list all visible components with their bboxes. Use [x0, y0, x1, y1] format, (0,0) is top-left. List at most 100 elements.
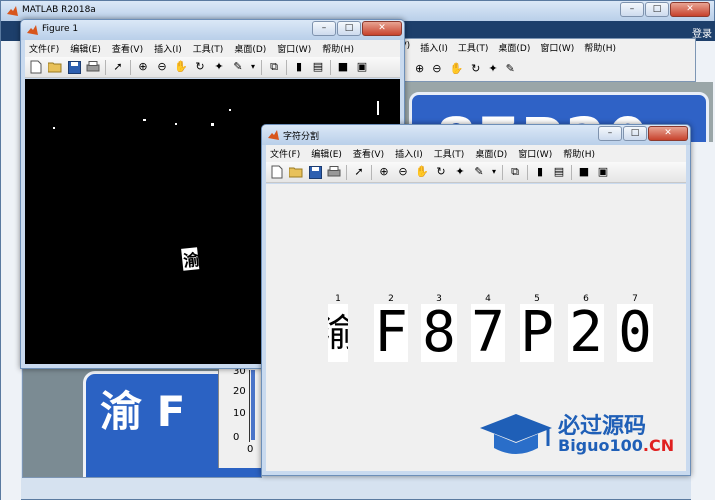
binarized-plate-text: 渝F·87P2: [182, 242, 270, 271]
brush-icon[interactable]: ✎: [471, 164, 487, 180]
subplot-index: 1: [335, 294, 341, 304]
menu-tools[interactable]: 工具(T): [434, 147, 465, 160]
zoom-out-icon[interactable]: ⊖: [395, 164, 411, 180]
zoom-out-icon[interactable]: ⊖: [154, 59, 170, 75]
minimize-icon: –: [321, 23, 327, 33]
hide-plot-tools-icon[interactable]: ■: [335, 59, 351, 75]
toolbar-separator: [261, 59, 262, 75]
segmented-char-image: F: [374, 304, 408, 362]
char-split-close-button[interactable]: ✕: [648, 126, 688, 141]
subplot-index: 3: [436, 294, 442, 304]
open-file-icon[interactable]: [288, 164, 304, 180]
menu-tools[interactable]: 工具(T): [458, 41, 489, 54]
menu-edit[interactable]: 编辑(E): [311, 147, 342, 160]
menu-insert[interactable]: 插入(I): [154, 42, 182, 55]
menu-help[interactable]: 帮助(H): [322, 42, 354, 55]
menu-desktop[interactable]: 桌面(D): [475, 147, 507, 160]
watermark-domain-prefix: Biguo100: [558, 436, 643, 455]
hide-plot-tools-icon[interactable]: ■: [576, 164, 592, 180]
chevron-down-icon[interactable]: ▾: [249, 59, 257, 75]
brush-icon[interactable]: ✎: [506, 62, 515, 75]
rotate-icon[interactable]: ↻: [433, 164, 449, 180]
pan-icon[interactable]: ✋: [414, 164, 430, 180]
menu-desktop[interactable]: 桌面(D): [234, 42, 266, 55]
background-left-plate-text: 渝 F: [100, 387, 186, 436]
show-plot-tools-icon[interactable]: ▣: [354, 59, 370, 75]
show-plot-tools-icon[interactable]: ▣: [595, 164, 611, 180]
figure1-toolbar: ➚ ⊕ ⊖ ✋ ↻ ✦ ✎ ▾ ⧉ ▮ ▤ ■ ▣: [25, 57, 400, 78]
colorbar-icon[interactable]: ▮: [291, 59, 307, 75]
colorbar-icon[interactable]: ▮: [532, 164, 548, 180]
figure1-minimize-button[interactable]: –: [312, 21, 336, 36]
matlab-window-controls: – □ ✕: [619, 2, 710, 18]
matlab-minimize-button[interactable]: –: [620, 2, 644, 17]
legend-icon[interactable]: ▤: [310, 59, 326, 75]
menu-insert[interactable]: 插入(I): [395, 147, 423, 160]
toolbar-separator: [330, 59, 331, 75]
zoom-out-icon[interactable]: ⊖: [432, 62, 441, 75]
graduation-cap-icon: [480, 414, 552, 454]
matlab-logo-icon: [7, 6, 18, 16]
char-split-titlebar: 字符分割 – □ ✕: [262, 125, 690, 145]
menu-window[interactable]: 窗口(W): [277, 42, 311, 55]
menu-insert[interactable]: 插入(I): [420, 41, 448, 54]
menu-view[interactable]: 查看(V): [353, 147, 384, 160]
menu-window[interactable]: 窗口(W): [540, 41, 574, 54]
edit-plot-arrow-icon[interactable]: ➚: [351, 164, 367, 180]
char-split-maximize-button[interactable]: □: [623, 126, 647, 141]
char-split-minimize-button[interactable]: –: [598, 126, 622, 141]
datatip-icon[interactable]: ✦: [488, 62, 497, 75]
zoom-in-icon[interactable]: ⊕: [376, 164, 392, 180]
edit-plot-arrow-icon[interactable]: ➚: [110, 59, 126, 75]
data-cursor-icon[interactable]: ✦: [452, 164, 468, 180]
menu-edit[interactable]: 编辑(E): [70, 42, 101, 55]
toolbar-separator: [130, 59, 131, 75]
watermark-domain: Biguo100.CN: [558, 436, 674, 455]
new-figure-icon[interactable]: [28, 59, 44, 75]
segmented-char-image: 0: [617, 304, 653, 362]
link-plot-icon[interactable]: ⧉: [507, 164, 523, 180]
menu-file[interactable]: 文件(F): [270, 147, 300, 160]
menu-desktop[interactable]: 桌面(D): [498, 41, 530, 54]
zoom-in-icon[interactable]: ⊕: [415, 62, 424, 75]
matlab-figure-icon: [27, 25, 38, 35]
watermark-domain-suffix: .CN: [642, 436, 675, 455]
matlab-titlebar: MATLAB R2018a – □ ✕: [1, 1, 714, 21]
chevron-down-icon[interactable]: ▾: [490, 164, 498, 180]
noise-speck: [229, 109, 231, 111]
figure1-close-button[interactable]: ✕: [362, 21, 402, 36]
new-figure-icon[interactable]: [269, 164, 285, 180]
legend-icon[interactable]: ▤: [551, 164, 567, 180]
pan-icon[interactable]: ✋: [173, 59, 189, 75]
link-plot-icon[interactable]: ⧉: [266, 59, 282, 75]
open-file-icon[interactable]: [47, 59, 63, 75]
background-figure-toolbar: ⊕ ⊖ ✋ ↻ ✦ ✎: [397, 57, 695, 79]
rotate-icon[interactable]: ↻: [471, 62, 480, 75]
print-icon[interactable]: [326, 164, 342, 180]
data-cursor-icon[interactable]: ✦: [211, 59, 227, 75]
menu-view[interactable]: 查看(V): [112, 42, 143, 55]
menu-window[interactable]: 窗口(W): [518, 147, 552, 160]
background-figure-window: (V) 插入(I) 工具(T) 桌面(D) 窗口(W) 帮助(H) ⊕ ⊖ ✋ …: [396, 38, 696, 82]
y-tick-label: 10: [233, 408, 246, 419]
save-icon[interactable]: [307, 164, 323, 180]
figure1-maximize-button[interactable]: □: [337, 21, 361, 36]
menu-tools[interactable]: 工具(T): [193, 42, 224, 55]
histogram-bar: [251, 370, 255, 440]
noise-speck: [211, 123, 214, 126]
matlab-close-button[interactable]: ✕: [670, 2, 710, 17]
noise-speck: [377, 101, 379, 115]
menu-help[interactable]: 帮助(H): [584, 41, 616, 54]
matlab-maximize-button[interactable]: □: [645, 2, 669, 17]
matlab-figure-icon: [268, 130, 279, 140]
menu-help[interactable]: 帮助(H): [563, 147, 595, 160]
noise-speck: [143, 119, 146, 121]
menu-file[interactable]: 文件(F): [29, 42, 59, 55]
zoom-in-icon[interactable]: ⊕: [135, 59, 151, 75]
save-icon[interactable]: [66, 59, 82, 75]
char-split-toolbar: ➚ ⊕ ⊖ ✋ ↻ ✦ ✎ ▾ ⧉ ▮ ▤ ■ ▣: [266, 162, 686, 183]
pan-icon[interactable]: ✋: [449, 62, 463, 75]
print-icon[interactable]: [85, 59, 101, 75]
rotate-icon[interactable]: ↻: [192, 59, 208, 75]
brush-icon[interactable]: ✎: [230, 59, 246, 75]
